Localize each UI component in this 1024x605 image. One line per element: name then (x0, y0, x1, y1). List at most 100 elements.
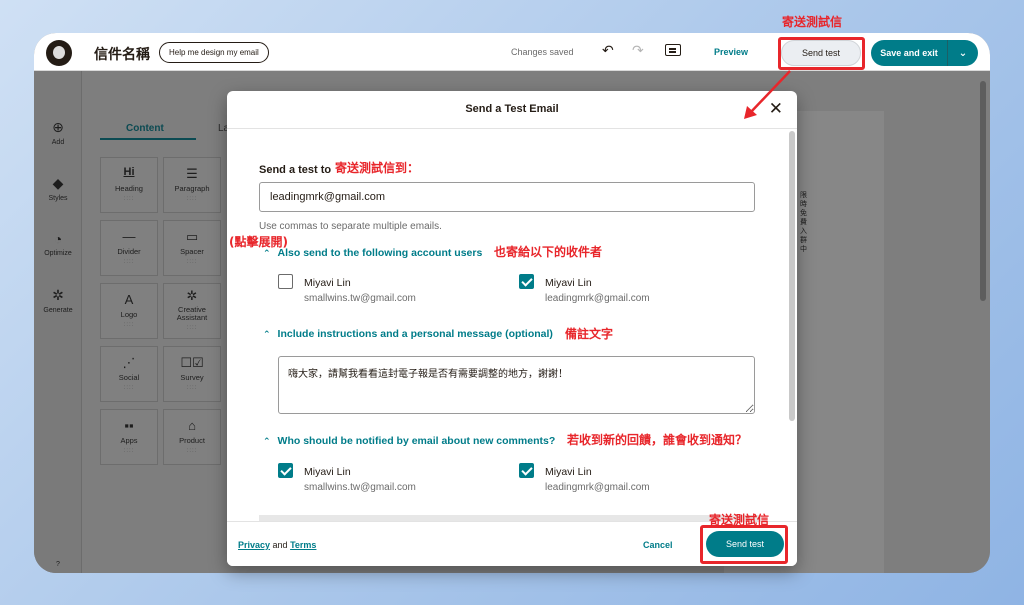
save-and-exit-button[interactable]: Save and exit ⌄ (871, 40, 978, 66)
tab-content[interactable]: Content (126, 123, 164, 134)
spacer-icon: ▭ (185, 229, 199, 244)
plus-circle-icon: ⊕ (52, 119, 64, 135)
help-icon: ? (56, 561, 60, 568)
notify-user-name: Miyavi Lin (304, 466, 351, 478)
redo-icon[interactable]: ↷ (632, 42, 644, 59)
rail-item-label: Generate (43, 307, 73, 314)
comment-icon[interactable] (665, 44, 681, 56)
block-creative-assistant[interactable]: ✲ Creative Assistant :::: (163, 283, 221, 339)
block-heading[interactable]: Hi Heading :::: (100, 157, 158, 213)
drag-handle-icon[interactable]: :::: (164, 259, 220, 265)
toggle-label: Include instructions and a personal mess… (277, 328, 553, 340)
drag-handle-icon[interactable]: :::: (101, 448, 157, 454)
rail-item-generate[interactable]: ✲ Generate (34, 287, 82, 314)
annotation-bottom-send-test: 寄送測試信 (709, 513, 770, 527)
gauge-icon: ◔ (53, 231, 63, 247)
block-paragraph[interactable]: ☰ Paragraph :::: (163, 157, 221, 213)
annotation-send-to: 寄送測試信到： (335, 161, 420, 175)
content-blocks-panel: Content La Hi Heading :::: ☰ Paragraph :… (82, 71, 229, 573)
account-user-name: Miyavi Lin (545, 277, 592, 289)
editor-scrollbar[interactable] (980, 81, 986, 301)
block-label: Creative Assistant (176, 305, 208, 322)
share-icon: ⋰ (122, 355, 136, 370)
close-icon[interactable]: ✕ (769, 99, 783, 119)
drag-handle-icon[interactable]: :::: (164, 448, 220, 454)
block-logo[interactable]: A Logo :::: (100, 283, 158, 339)
rail-item-label: Add (51, 139, 65, 146)
rail-item-styles[interactable]: ◆ Styles (34, 175, 82, 202)
canvas-vertical-text: 限時免費入群中 (800, 192, 807, 253)
toggle-instructions[interactable]: ⌃ Include instructions and a personal mes… (263, 328, 553, 340)
account-user-email: smallwins.tw@gmail.com (304, 293, 416, 304)
block-label: Paragraph (174, 184, 210, 193)
checkbox-account-user-1[interactable] (278, 274, 293, 289)
rail-item-label: Styles (48, 195, 68, 202)
test-email-input[interactable] (259, 182, 755, 212)
send-test-button-header[interactable]: Send test (781, 40, 861, 66)
app-header: 信件名稱 Help me design my email Changes sav… (34, 33, 990, 71)
block-divider[interactable]: — Divider :::: (100, 220, 158, 276)
chevron-up-icon: ⌃ (263, 436, 271, 446)
block-spacer[interactable]: ▭ Spacer :::: (163, 220, 221, 276)
block-product[interactable]: ⌂ Product :::: (163, 409, 221, 465)
drag-handle-icon[interactable]: :::: (101, 385, 157, 391)
drag-handle-icon[interactable]: :::: (164, 385, 220, 391)
preview-link[interactable]: Preview (714, 47, 748, 57)
email-name-title[interactable]: 信件名稱 (94, 44, 150, 64)
creative-assistant-icon: ✲ (186, 288, 198, 303)
block-label: Survey (180, 373, 204, 382)
terms-link[interactable]: Terms (290, 540, 316, 550)
annotation-top-send-test: 寄送測試信 (782, 15, 843, 29)
paint-bucket-icon: ◆ (52, 175, 64, 191)
block-social[interactable]: ⋰ Social :::: (100, 346, 158, 402)
chevron-down-icon[interactable]: ⌄ (948, 48, 978, 59)
block-label: Product (179, 436, 205, 445)
block-apps[interactable]: ▪▪ Apps :::: (100, 409, 158, 465)
active-tab-indicator (100, 138, 196, 140)
footer-legal-text: Privacy and Terms (238, 540, 316, 550)
apps-grid-icon: ▪▪ (124, 418, 134, 433)
annotation-also-send: 也寄給以下的收件者 (494, 245, 603, 259)
left-rail: ⊕ Add ◆ Styles ◔ Optimize ✲ Generate ? (34, 71, 82, 573)
rail-item-help[interactable]: ? (34, 561, 82, 568)
personal-message-textarea[interactable]: 嗨大家，請幫我看看這封電子報是否有需要調整的地方，謝謝！ (278, 356, 755, 414)
toggle-also-send[interactable]: ⌃ Also send to the following account user… (263, 247, 482, 259)
mailchimp-logo-icon[interactable] (46, 40, 72, 66)
footer-and: and (272, 540, 288, 550)
privacy-link[interactable]: Privacy (238, 540, 270, 550)
rail-item-add[interactable]: ⊕ Add (34, 119, 82, 146)
product-bag-icon: ⌂ (188, 418, 196, 433)
logo-hexagon-icon: A (124, 292, 134, 307)
checkbox-notify-user-1[interactable] (278, 463, 293, 478)
drag-handle-icon[interactable]: :::: (101, 196, 157, 202)
rail-item-optimize[interactable]: ◔ Optimize (34, 231, 82, 257)
toggle-label: Who should be notified by email about ne… (277, 435, 556, 447)
block-label: Divider (117, 247, 141, 256)
toggle-notify[interactable]: ⌃ Who should be notified by email about n… (263, 435, 555, 447)
notify-user-email: leadingmrk@gmail.com (545, 482, 650, 493)
survey-icon: ☐☑ (180, 355, 204, 370)
block-survey[interactable]: ☐☑ Survey :::: (163, 346, 221, 402)
drag-handle-icon[interactable]: :::: (101, 322, 157, 328)
heading-icon: Hi (123, 166, 135, 178)
account-user-email: leadingmrk@gmail.com (545, 293, 650, 304)
email-helper-text: Use commas to separate multiple emails. (259, 221, 442, 232)
modal-header: Send a Test Email ✕ (227, 91, 797, 129)
checkbox-notify-user-2[interactable] (519, 463, 534, 478)
divider-icon: — (122, 229, 136, 244)
cancel-button[interactable]: Cancel (643, 540, 673, 550)
sparkle-icon: ✲ (52, 287, 64, 303)
send-test-button-modal[interactable]: Send test (706, 531, 784, 557)
block-label: Heading (115, 184, 143, 193)
rail-item-label: Optimize (44, 250, 72, 257)
modal-scrollbar[interactable] (789, 131, 795, 421)
undo-icon[interactable]: ↶ (602, 42, 614, 59)
toggle-label: Also send to the following account users (277, 247, 483, 259)
block-label: Apps (120, 436, 138, 445)
drag-handle-icon[interactable]: :::: (101, 259, 157, 265)
drag-handle-icon[interactable]: :::: (164, 325, 220, 331)
account-user-name: Miyavi Lin (304, 277, 351, 289)
checkbox-account-user-2[interactable] (519, 274, 534, 289)
drag-handle-icon[interactable]: :::: (164, 196, 220, 202)
help-design-button[interactable]: Help me design my email (159, 42, 269, 63)
